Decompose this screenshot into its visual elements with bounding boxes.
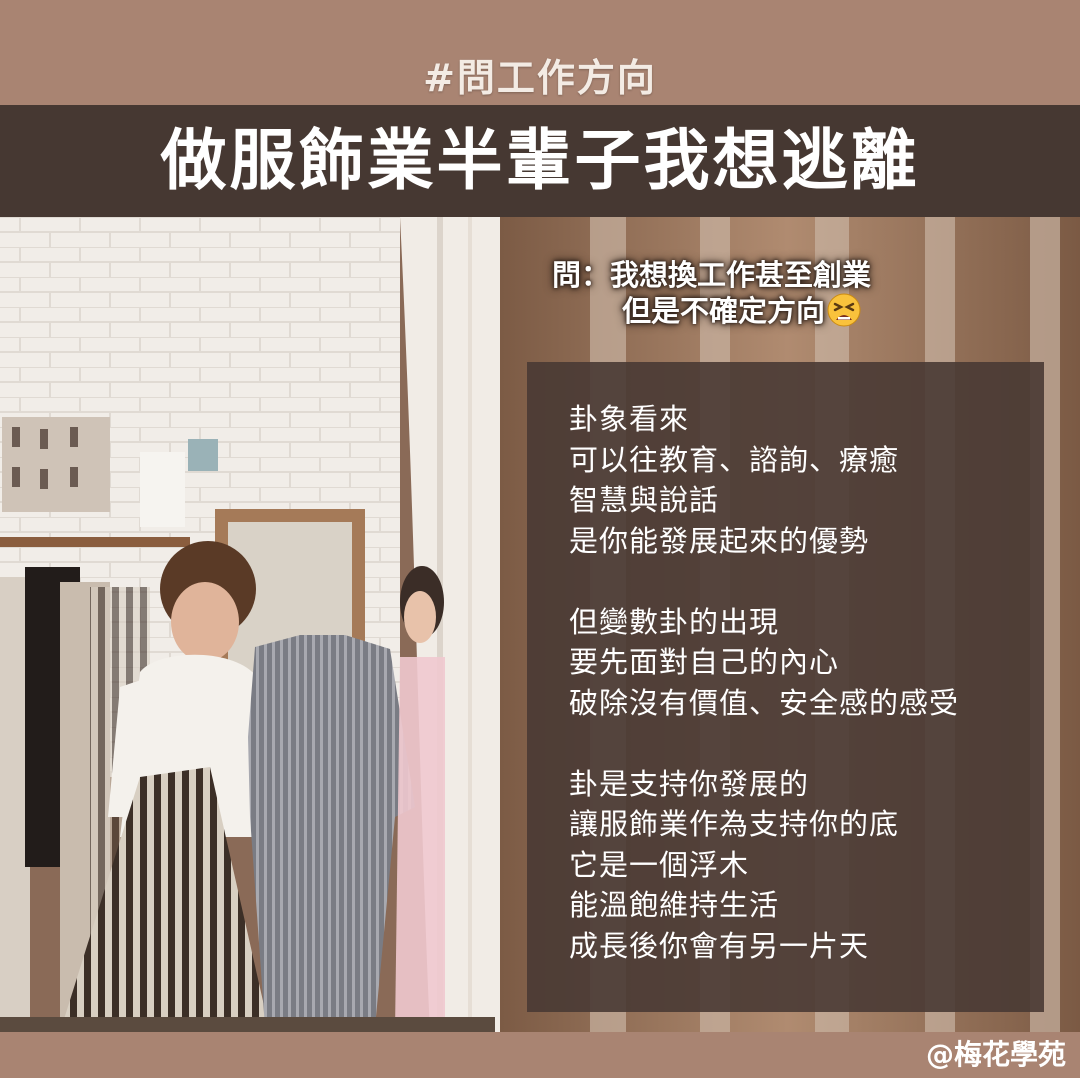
bottom-band: @梅花學苑 — [0, 1032, 1080, 1078]
top-band: #問工作方向 — [0, 0, 1080, 105]
question-line-2: 但是不確定方向 — [552, 293, 871, 329]
question-line-1: 問：我想換工作甚至創業 — [552, 258, 872, 292]
answer-paragraph-1: 卦象看來 可以往教育、諮詢、療癒 智慧與說話 是你能發展起來的優勢 — [569, 399, 959, 561]
answer-paragraph-2: 但變數卦的出現 要先面對自己的內心 破除沒有價值、安全感的感受 — [569, 602, 959, 724]
answer-line: 破除沒有價值、安全感的感受 — [569, 685, 960, 720]
answer-line: 是你能發展起來的優勢 — [569, 523, 870, 558]
answer-line: 卦象看來 — [569, 402, 690, 436]
answer-paragraph-3: 卦是支持你發展的 讓服飾業作為支持你的底 它是一個浮木 能溫飽維持生活 成長後你… — [569, 764, 959, 967]
answer-line: 可以往教育、諮詢、療癒 — [569, 442, 900, 477]
page-title: 做服飾業半輩子我想逃離 — [160, 122, 920, 199]
answer-panel: 卦象看來 可以往教育、諮詢、療癒 智慧與說話 是你能發展起來的優勢 但變數卦的出… — [527, 362, 1044, 1012]
title-bar: 做服飾業半輩子我想逃離 — [0, 105, 1080, 217]
answer-line: 卦是支持你發展的 — [569, 766, 810, 801]
question-text: 問：我想換工作甚至創業 但是不確定方向 — [552, 257, 871, 329]
tired-face-emoji-icon — [827, 293, 861, 327]
answer-line: 但變數卦的出現 — [569, 604, 780, 639]
answer-line: 它是一個浮木 — [569, 847, 750, 882]
hashtag: #問工作方向 — [423, 56, 657, 100]
answer-line: 要先面對自己的內心 — [569, 645, 840, 679]
answer-line: 成長後你會有另一片天 — [569, 928, 870, 963]
question-line-2-text: 但是不確定方向 — [622, 294, 826, 328]
answer-line: 讓服飾業作為支持你的底 — [569, 807, 900, 841]
answer-line: 智慧與說話 — [569, 483, 720, 517]
credit-handle: @梅花學苑 — [925, 1038, 1066, 1071]
answer-line: 能溫飽維持生活 — [569, 888, 780, 922]
